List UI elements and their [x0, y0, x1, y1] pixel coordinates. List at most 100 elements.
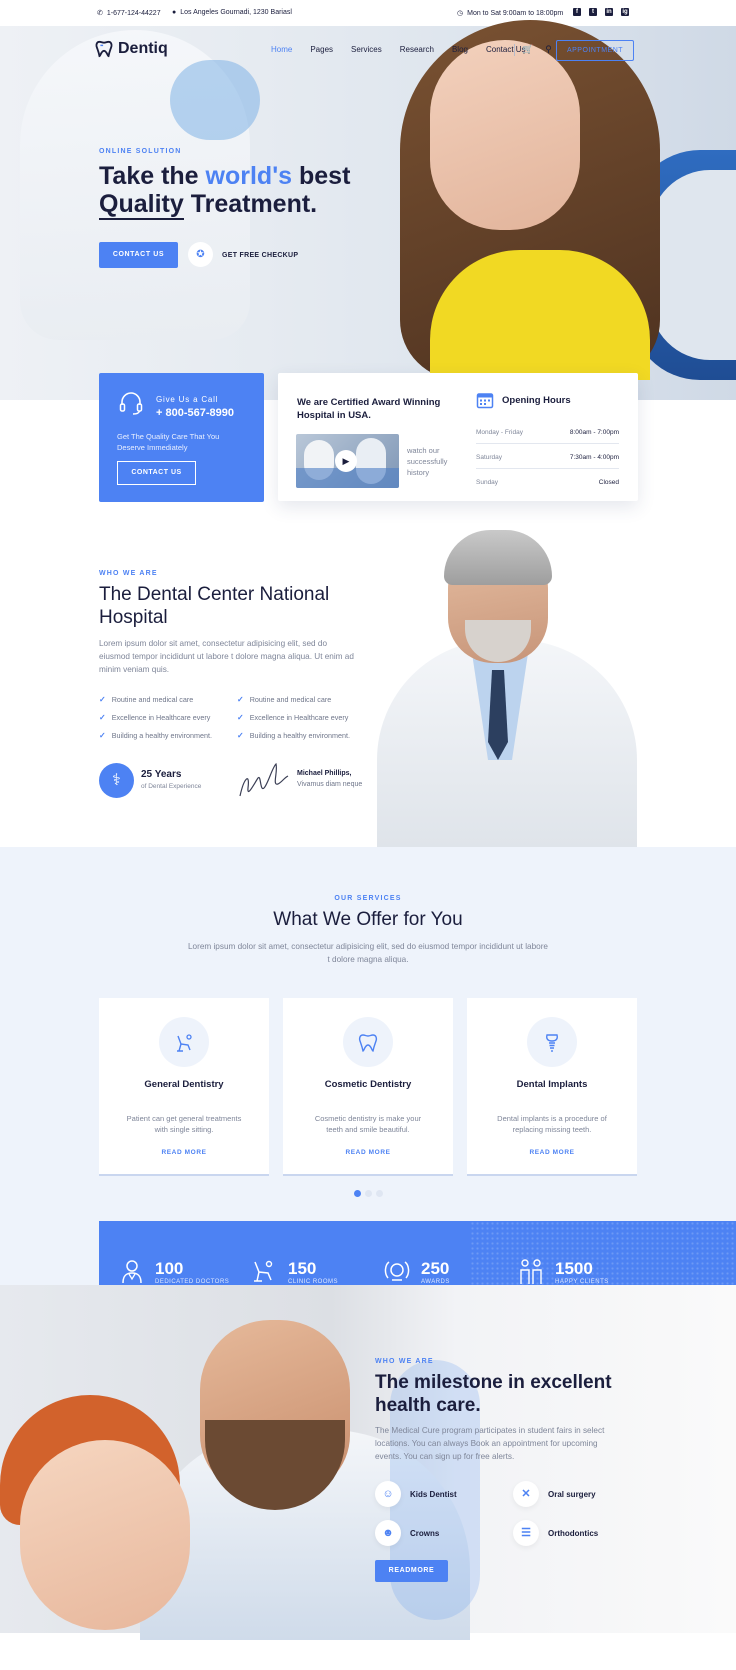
tooth-logo-icon: [95, 40, 113, 58]
child-tooth-icon: ☺: [375, 1481, 401, 1507]
free-checkup-link[interactable]: GET FREE CHECKUP: [222, 252, 298, 259]
linkedin-icon[interactable]: in: [605, 8, 613, 16]
service-name: Cosmetic Dentistry: [324, 1079, 412, 1090]
service-read-more[interactable]: READ MORE: [467, 1149, 637, 1156]
check-item: ✓ Excellence in Healthcare every: [99, 713, 211, 722]
carousel-dot-active[interactable]: [354, 1190, 361, 1197]
milestone-title: The milestone in excellent health care.: [375, 1372, 612, 1416]
nav-blog[interactable]: Blog: [452, 45, 468, 54]
nav-icons: 🛒 ⚲: [522, 44, 552, 55]
carousel-dot[interactable]: [376, 1190, 383, 1197]
check-item: ✓ Excellence in Healthcare every: [237, 713, 349, 722]
appointment-button[interactable]: APPOINTMENT: [556, 40, 634, 61]
service-name: Dental Implants: [516, 1079, 588, 1090]
award-title: We are Certified Award Winning Hospital …: [297, 397, 441, 421]
signature-image: [236, 758, 291, 803]
play-icon[interactable]: ▶: [335, 450, 357, 472]
cart-icon[interactable]: 🛒: [522, 44, 533, 55]
experience-label: of Dental Experience: [141, 783, 202, 790]
milestone-readmore-button[interactable]: READMORE: [375, 1560, 448, 1582]
dental-chair-icon[interactable]: ✪: [188, 242, 213, 267]
signer-name: Michael Phillips,: [297, 770, 352, 777]
topbar-address: ● Los Angeles Gournadi, 1230 Bariasl: [172, 9, 292, 16]
check-icon: ✓: [237, 731, 244, 740]
experience-years: 25 Years: [141, 769, 182, 780]
location-pin-icon: ●: [172, 9, 177, 16]
milestone-item-orthodontics[interactable]: ☰ Orthodontics: [513, 1520, 598, 1546]
milestone-item-oral-surgery[interactable]: ✕ Oral surgery: [513, 1481, 596, 1507]
surgery-tools-icon: ✕: [513, 1481, 539, 1507]
check-icon: ✓: [237, 695, 244, 704]
caduceus-icon: ⚕: [99, 763, 134, 798]
site-logo[interactable]: Dentiq: [95, 40, 168, 58]
facebook-icon[interactable]: f: [573, 8, 581, 16]
dental-chair-icon: [159, 1017, 209, 1067]
nav-contact[interactable]: Contact Us: [486, 45, 526, 54]
service-name: General Dentistry: [144, 1079, 224, 1090]
stat-number: 100: [155, 1259, 184, 1278]
check-icon: ✓: [99, 695, 106, 704]
nav-pages[interactable]: Pages: [310, 45, 333, 54]
check-icon: ✓: [99, 731, 106, 740]
hours-row: Sunday Closed: [476, 479, 619, 486]
hero-background-glove: [170, 60, 260, 140]
service-desc: Dental implants is a procedure of replac…: [497, 1114, 607, 1134]
hours-divider: [476, 443, 619, 444]
top-bar: ✆ 1-677-124-44227 ● Los Angeles Gournadi…: [0, 0, 736, 26]
implant-icon: [527, 1017, 577, 1067]
hero-dental-chair-inner: [650, 170, 736, 360]
stat-number: 150: [288, 1259, 317, 1278]
check-item: ✓ Building a healthy environment.: [99, 731, 212, 740]
signer-role: Vivamus diam neque: [297, 781, 363, 788]
check-icon: ✓: [99, 713, 106, 722]
clock-icon: ◷: [457, 10, 464, 17]
twitter-icon[interactable]: t: [589, 8, 597, 16]
hero-title: Take the world's best Quality Treatment.: [99, 162, 351, 220]
braces-icon: ☰: [513, 1520, 539, 1546]
main-nav: Home Pages Services Research Blog Contac…: [271, 45, 526, 54]
nav-home[interactable]: Home: [271, 45, 292, 54]
hero-eyebrow: ONLINE SOLUTION: [99, 148, 182, 155]
services-subtitle: Lorem ipsum dolor sit amet, consectetur …: [188, 942, 548, 964]
service-desc: Patient can get general treatments with …: [126, 1114, 242, 1134]
nav-divider: [514, 44, 515, 56]
about-eyebrow: WHO WE ARE: [99, 570, 158, 577]
hours-row: Saturday 7:30am - 4:00pm: [476, 454, 619, 461]
award-watch-text[interactable]: watch our successfully history: [407, 445, 462, 478]
about-text: Lorem ipsum dolor sit amet, consectetur …: [99, 639, 354, 674]
calendar-icon: [476, 391, 494, 414]
services-title: What We Offer for You: [273, 909, 463, 930]
call-label: Give Us a Call: [156, 395, 219, 404]
stat-number: 1500: [555, 1259, 593, 1278]
search-icon[interactable]: ⚲: [545, 44, 552, 55]
nav-services[interactable]: Services: [351, 45, 382, 54]
opening-hours-title: Opening Hours: [502, 395, 571, 406]
services-eyebrow: OUR SERVICES: [334, 895, 402, 902]
headset-icon: [118, 390, 144, 416]
hero-patient-shirt: [430, 250, 650, 380]
nav-research[interactable]: Research: [400, 45, 434, 54]
about-title: The Dental Center National Hospital: [99, 584, 330, 628]
milestone-text: The Medical Cure program participates in…: [375, 1426, 605, 1461]
call-phone[interactable]: + 800-567-8990: [156, 407, 234, 419]
hero-patient-face: [430, 40, 580, 230]
hero-contact-button[interactable]: CONTACT US: [99, 242, 178, 268]
instagram-icon[interactable]: ig: [621, 8, 629, 16]
phone-icon: ✆: [97, 10, 103, 17]
check-item: ✓ Routine and medical care: [237, 695, 332, 704]
milestone-photo-child-face: [20, 1440, 190, 1630]
service-read-more[interactable]: READ MORE: [99, 1149, 269, 1156]
topbar-hours: ◷ Mon to Sat 9:00am to 18:00pm: [457, 9, 564, 18]
stat-number: 250: [421, 1259, 450, 1278]
topbar-phone[interactable]: ✆ 1-677-124-44227: [97, 9, 161, 18]
carousel-dot[interactable]: [365, 1190, 372, 1197]
check-item: ✓ Building a healthy environment.: [237, 731, 350, 740]
hours-row: Monday - Friday 8:00am - 7:00pm: [476, 429, 619, 436]
service-desc: Cosmetic dentistry is make your teeth an…: [314, 1114, 422, 1134]
call-contact-button[interactable]: CONTACT US: [117, 461, 196, 485]
milestone-item-kids-dentist[interactable]: ☺ Kids Dentist: [375, 1481, 457, 1507]
doctor-photo-hair: [444, 530, 552, 585]
check-item: ✓ Routine and medical care: [99, 695, 194, 704]
milestone-item-crowns[interactable]: ☻ Crowns: [375, 1520, 439, 1546]
service-read-more[interactable]: READ MORE: [283, 1149, 453, 1156]
